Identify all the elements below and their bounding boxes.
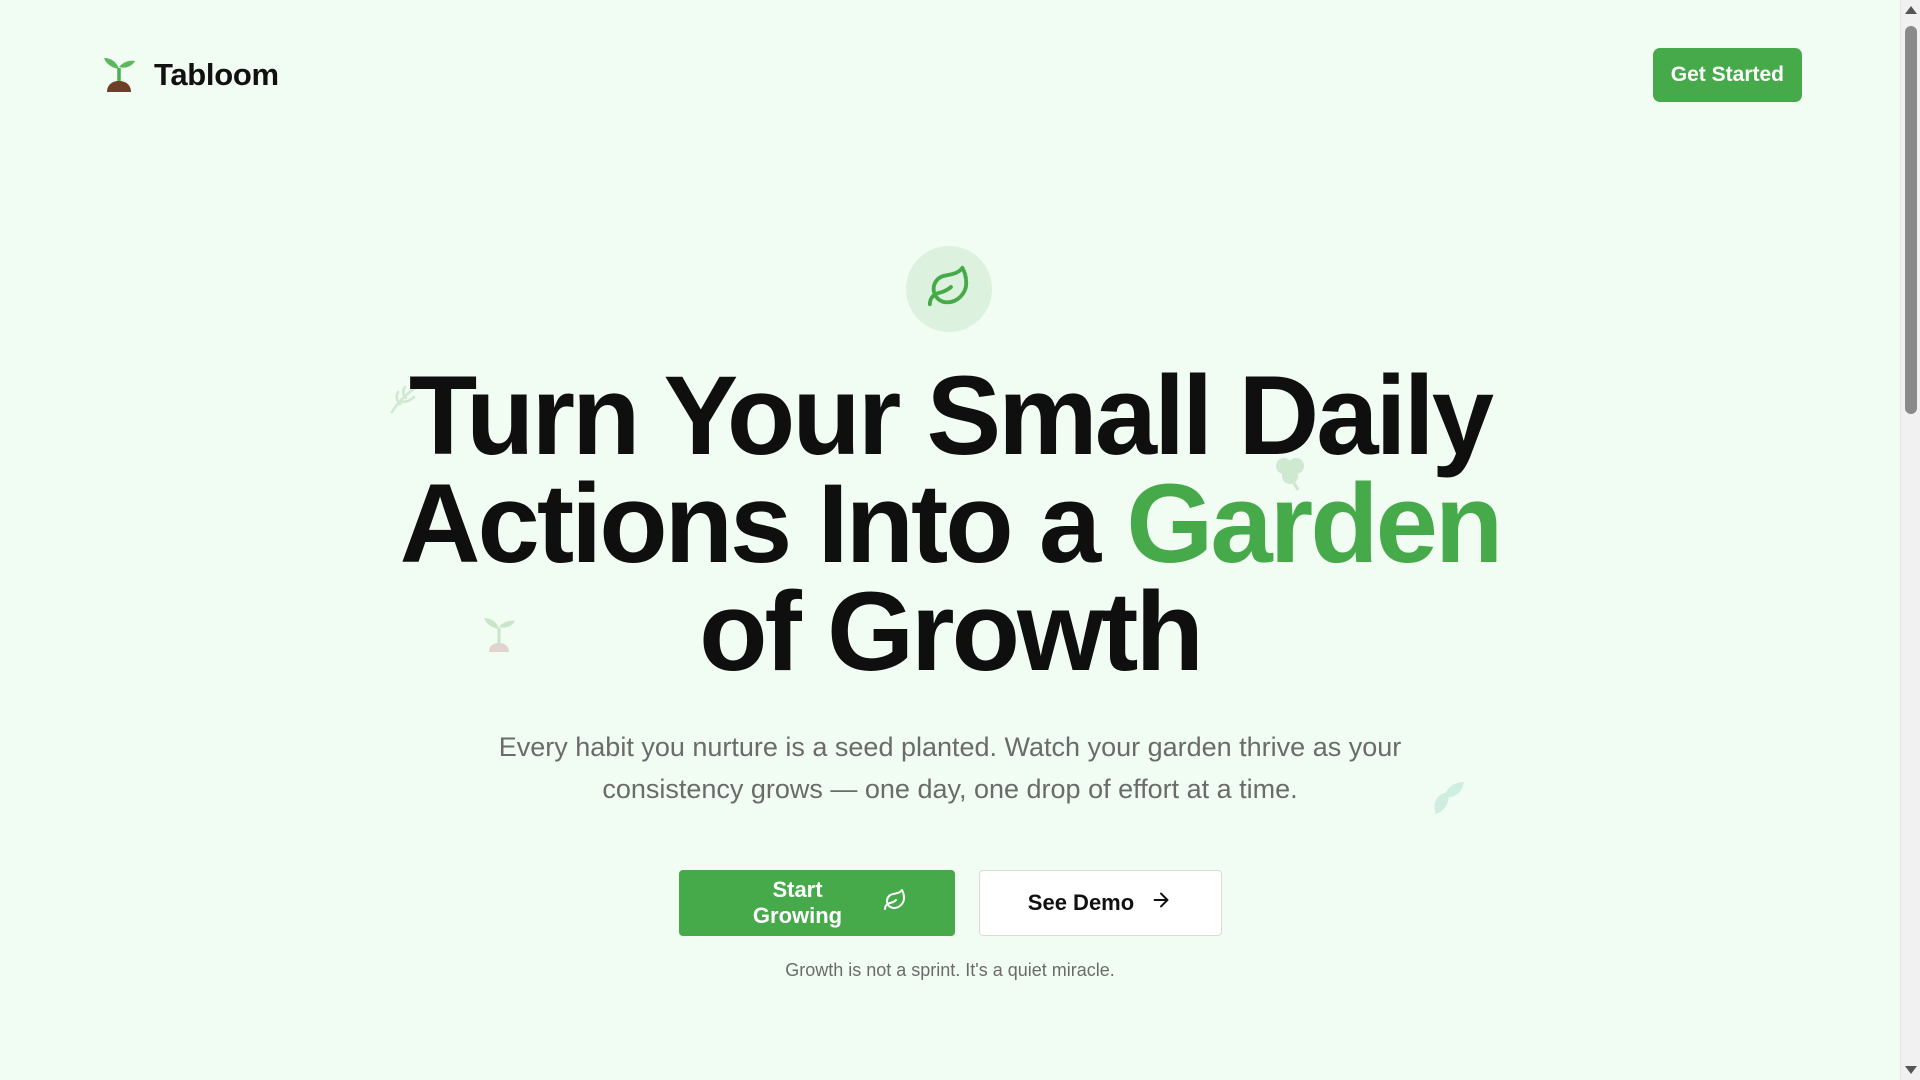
hero-subtitle-line1: Every habit you nurture is a seed plante… [498,732,1402,762]
see-demo-button[interactable]: See Demo [978,870,1222,936]
scrollbar-thumb[interactable] [1905,26,1917,414]
start-growing-label: Start Growing [752,877,843,928]
brand-name: Tabloom [154,57,279,92]
get-started-button[interactable]: Get Started [1652,48,1802,102]
hero-tagline: Growth is not a sprint. It's a quiet mir… [785,960,1115,980]
arrow-right-icon [1150,889,1172,917]
see-demo-label: See Demo [1027,890,1135,915]
brand-logo-link[interactable]: Tabloom [100,54,279,97]
hero-title-line1: Turn Your Small Daily [408,353,1494,478]
hero-cta-group: Start Growing See Demo [0,870,1900,936]
landing-page: Tabloom Get Started Turn Your Small Dail… [0,0,1900,1080]
hero-title: Turn Your Small Daily Actions Into a Gar… [300,360,1600,688]
leaf-icon [926,264,972,315]
page-scrollbar[interactable] [1900,0,1920,1080]
scroll-down-icon[interactable] [1905,1066,1917,1074]
hero-leaf-badge [906,246,992,332]
hero-subtitle: Every habit you nurture is a seed plante… [400,726,1500,810]
scroll-up-icon[interactable] [1905,6,1917,14]
top-navigation: Tabloom Get Started [100,48,1802,102]
hero-title-accent: Garden [1126,461,1503,586]
seedling-icon [100,54,138,97]
start-growing-button[interactable]: Start Growing [678,870,955,936]
hero-subtitle-line2: consistency grows — one day, one drop of… [602,774,1298,804]
hero-title-line2: Actions Into a [399,461,1127,586]
hero-title-line3: of Growth [699,569,1204,694]
leaf-icon [883,888,907,918]
